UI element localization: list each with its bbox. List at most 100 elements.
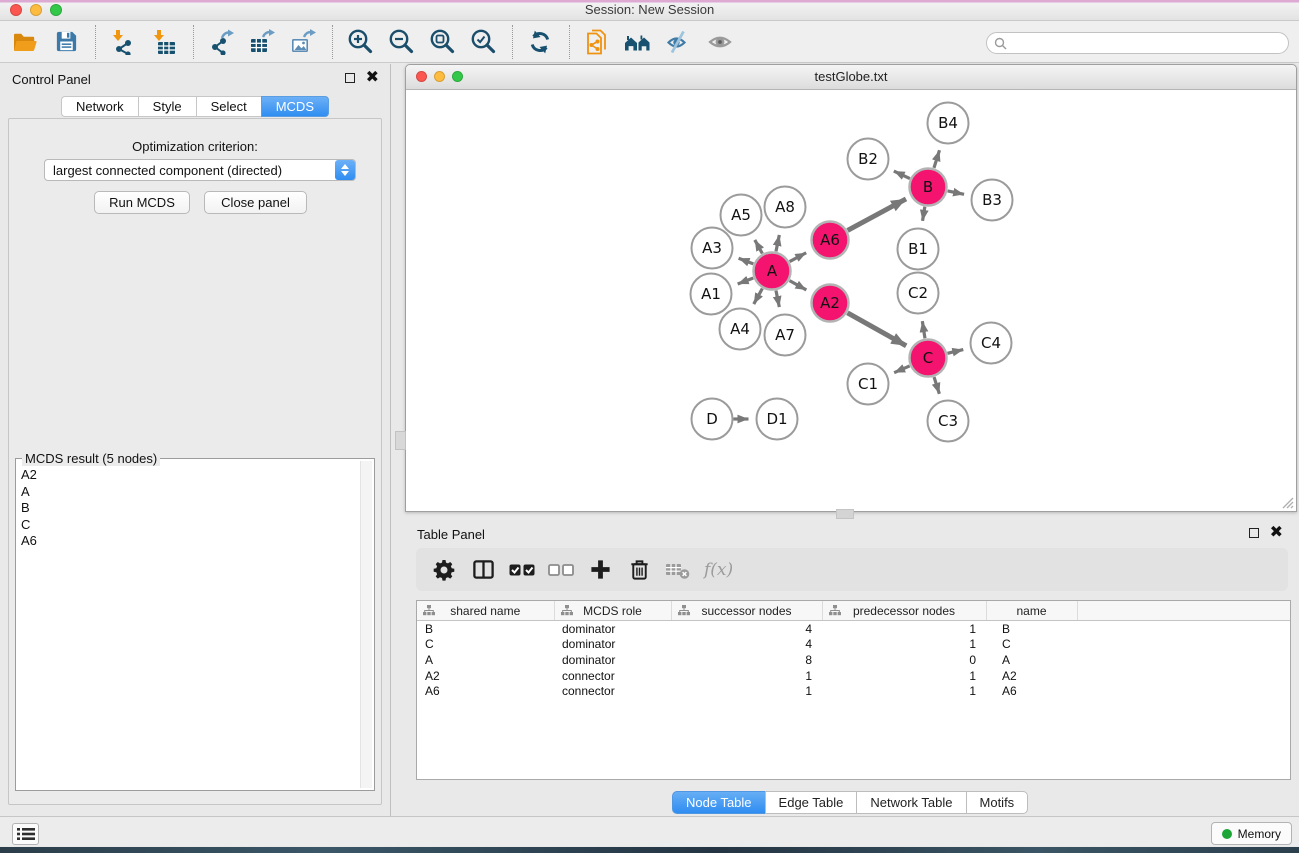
graph-node-D1[interactable]: D1 xyxy=(757,399,798,440)
mcds-result-item[interactable]: A6 xyxy=(19,533,358,550)
graph-node-B4[interactable]: B4 xyxy=(928,103,969,144)
refresh-button[interactable] xyxy=(525,26,555,58)
graph-node-A1[interactable]: A1 xyxy=(691,274,732,315)
tab-node-table[interactable]: Node Table xyxy=(672,791,765,814)
run-mcds-button[interactable]: Run MCDS xyxy=(94,191,190,214)
column-header-predecessor-nodes[interactable]: predecessor nodes xyxy=(822,601,986,621)
graph-node-C4[interactable]: C4 xyxy=(971,323,1012,364)
graph-edge-A-A6[interactable] xyxy=(790,253,807,262)
graph-node-B2[interactable]: B2 xyxy=(848,139,889,180)
graph-node-A7[interactable]: A7 xyxy=(765,315,806,356)
graph-edge-A2-C[interactable] xyxy=(847,313,906,346)
tab-mcds[interactable]: MCDS xyxy=(261,96,329,117)
minimize-network-window-button[interactable] xyxy=(434,71,445,82)
tab-network[interactable]: Network xyxy=(61,96,138,117)
save-session-button[interactable] xyxy=(51,26,81,58)
graph-edge-B-B4[interactable] xyxy=(934,150,940,168)
table-row[interactable]: Bdominator41B xyxy=(417,621,1290,637)
tab-motifs[interactable]: Motifs xyxy=(966,791,1029,814)
import-table-button[interactable] xyxy=(149,26,179,58)
result-scrollbar[interactable] xyxy=(360,461,372,788)
delete-column-button[interactable] xyxy=(626,557,652,583)
mcds-result-item[interactable]: B xyxy=(19,500,358,517)
close-window-button[interactable] xyxy=(10,4,22,16)
column-header-name[interactable]: name xyxy=(986,601,1077,621)
graph-node-D[interactable]: D xyxy=(692,399,733,440)
graph-node-C2[interactable]: C2 xyxy=(898,273,939,314)
float-table-panel-icon[interactable] xyxy=(1249,528,1259,538)
graph-edge-A6-B[interactable] xyxy=(848,199,906,231)
resize-grip[interactable] xyxy=(1281,496,1294,509)
optimization-select[interactable]: largest connected component (directed) xyxy=(44,159,356,181)
graph-node-A6[interactable]: A6 xyxy=(812,222,849,259)
graph-node-B1[interactable]: B1 xyxy=(898,229,939,270)
network-window-titlebar[interactable]: testGlobe.txt xyxy=(406,65,1296,90)
graph-node-A4[interactable]: A4 xyxy=(720,309,761,350)
graph-edge-B-B1[interactable] xyxy=(923,207,925,221)
zoom-out-button[interactable] xyxy=(386,26,416,58)
graph-edge-B-B3[interactable] xyxy=(948,191,964,194)
column-header-mcds-role[interactable]: MCDS role xyxy=(554,601,671,621)
export-image-button[interactable] xyxy=(288,26,318,58)
graph-node-A[interactable]: A xyxy=(754,253,791,290)
show-all-button[interactable] xyxy=(705,26,735,58)
close-panel-icon[interactable]: ✖ xyxy=(366,72,379,83)
function-builder-button[interactable]: f(x) xyxy=(704,557,733,583)
table-row[interactable]: A6connector11A6 xyxy=(417,683,1290,699)
column-header-successor-nodes[interactable]: successor nodes xyxy=(671,601,822,621)
graph-node-A3[interactable]: A3 xyxy=(692,228,733,269)
first-neighbors-button[interactable] xyxy=(623,26,653,58)
graph-node-B3[interactable]: B3 xyxy=(972,180,1013,221)
memory-button[interactable]: Memory xyxy=(1211,822,1292,845)
mcds-result-item[interactable]: A xyxy=(19,484,358,501)
table-row[interactable]: A2connector11A2 xyxy=(417,668,1290,684)
graph-edge-B-B2[interactable] xyxy=(894,171,910,178)
zoom-in-button[interactable] xyxy=(345,26,375,58)
import-network-button[interactable] xyxy=(108,26,138,58)
graph-edge-A-A3[interactable] xyxy=(739,258,754,264)
graph-node-A2[interactable]: A2 xyxy=(812,285,849,322)
graph-node-C3[interactable]: C3 xyxy=(928,401,969,442)
mcds-result-item[interactable]: C xyxy=(19,517,358,534)
graph-edge-C-C2[interactable] xyxy=(922,321,925,338)
column-header-shared-name[interactable]: shared name xyxy=(417,601,554,621)
mcds-result-item[interactable]: A2 xyxy=(19,467,358,484)
graph-edge-C-C1[interactable] xyxy=(894,366,909,373)
graph-node-C1[interactable]: C1 xyxy=(848,364,889,405)
hide-selected-button[interactable] xyxy=(664,26,694,58)
graph-edge-A-A5[interactable] xyxy=(755,240,763,254)
table-settings-button[interactable] xyxy=(431,557,457,583)
graph-edge-A-A4[interactable] xyxy=(754,289,763,305)
minimize-window-button[interactable] xyxy=(30,4,42,16)
show-panels-button[interactable] xyxy=(12,823,39,845)
zoom-network-window-button[interactable] xyxy=(452,71,463,82)
select-all-columns-button[interactable] xyxy=(509,557,535,583)
graph-edge-C-C3[interactable] xyxy=(934,377,939,394)
close-table-panel-icon[interactable]: ✖ xyxy=(1270,527,1283,538)
table-row[interactable]: Adominator80A xyxy=(417,652,1290,668)
create-column-button[interactable] xyxy=(587,557,613,583)
graph-node-A5[interactable]: A5 xyxy=(721,195,762,236)
network-from-selection-button[interactable] xyxy=(582,26,612,58)
graph-edge-A-A8[interactable] xyxy=(776,235,779,251)
table-row[interactable]: Cdominator41C xyxy=(417,637,1290,653)
desktop-horizontal-scrollbar[interactable] xyxy=(836,509,854,519)
zoom-fit-button[interactable] xyxy=(427,26,457,58)
open-session-button[interactable] xyxy=(10,26,40,58)
desktop-vertical-scrollbar[interactable] xyxy=(395,431,406,450)
close-network-window-button[interactable] xyxy=(416,71,427,82)
graph-edge-A-A7[interactable] xyxy=(776,291,779,307)
network-canvas[interactable]: A A1 A2 A3 A4 A5 A6 A7 A8 B B1 B2 B3B4 C C1 C2 C3C4 D D1 xyxy=(406,90,1296,511)
tab-style[interactable]: Style xyxy=(138,96,196,117)
tab-select[interactable]: Select xyxy=(196,96,261,117)
zoom-window-button[interactable] xyxy=(50,4,62,16)
graph-node-B[interactable]: B xyxy=(910,169,947,206)
graph-node-C[interactable]: C xyxy=(910,340,947,377)
graph-node-A8[interactable]: A8 xyxy=(765,187,806,228)
export-network-button[interactable] xyxy=(206,26,236,58)
graph-edge-A-A1[interactable] xyxy=(738,278,754,284)
search-input[interactable] xyxy=(1012,34,1288,52)
unselect-all-columns-button[interactable] xyxy=(548,557,574,583)
delete-table-button[interactable] xyxy=(665,557,691,583)
export-table-button[interactable] xyxy=(247,26,277,58)
